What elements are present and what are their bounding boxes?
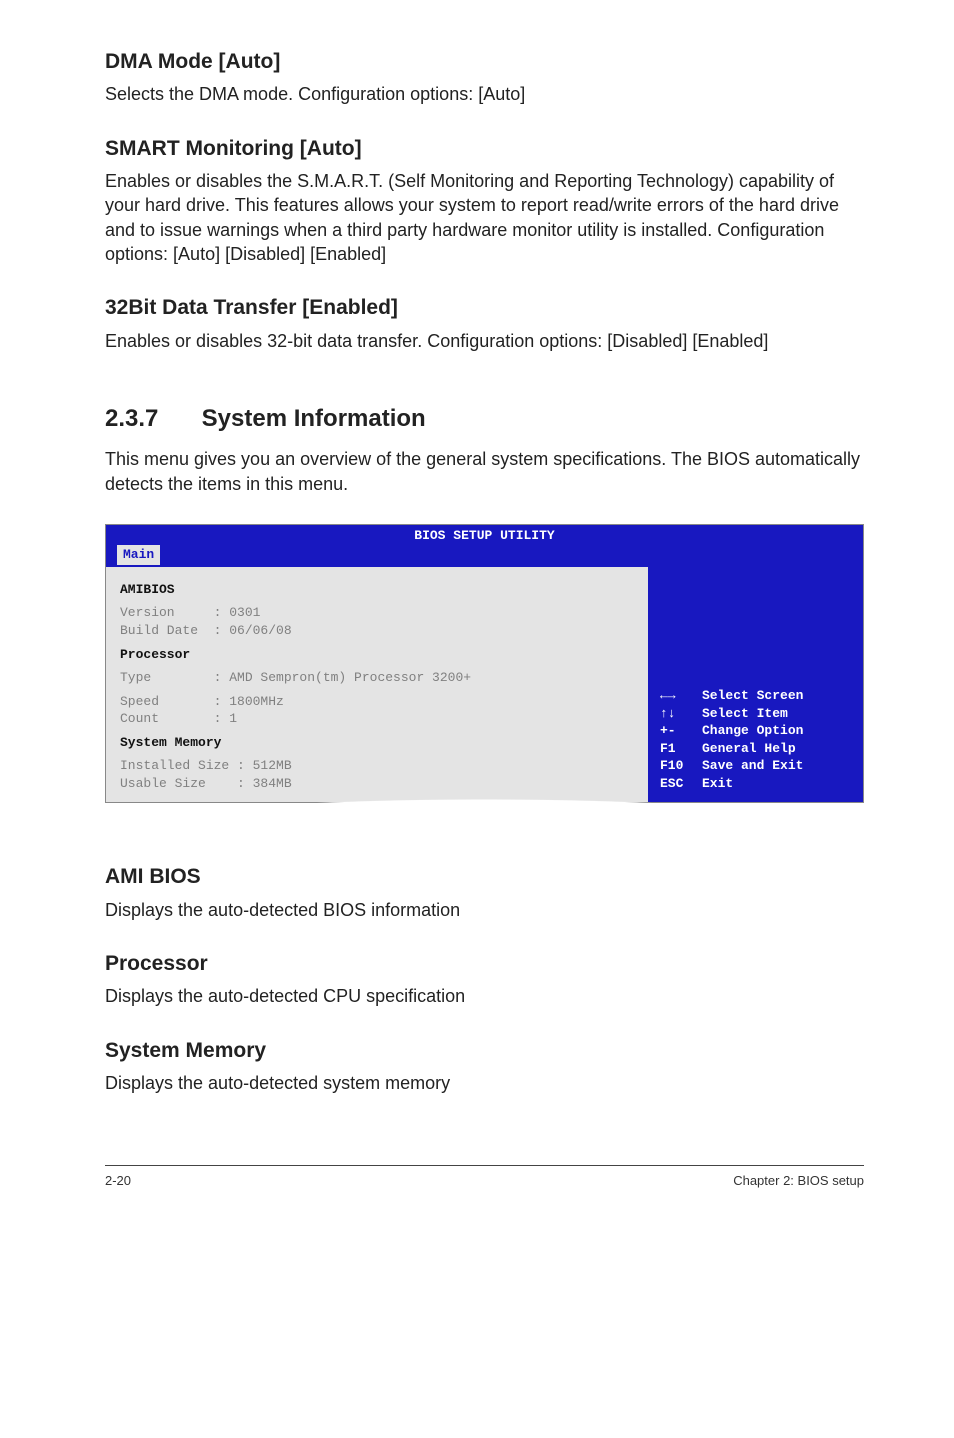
dma-body: Selects the DMA mode. Configuration opti… bbox=[105, 82, 864, 106]
footer-page-number: 2-20 bbox=[105, 1172, 131, 1190]
bios-version: Version : 0301 bbox=[120, 604, 634, 622]
section-2-3-7-title: 2.3.7 System Information bbox=[105, 403, 864, 435]
bios-help-select-screen: ←→Select Screen bbox=[660, 687, 853, 705]
page-footer: 2-20 Chapter 2: BIOS setup bbox=[105, 1165, 864, 1190]
system-memory-body: Displays the auto-detected system memory bbox=[105, 1071, 864, 1095]
amibios-body: Displays the auto-detected BIOS informat… bbox=[105, 898, 864, 922]
bios-body: AMIBIOS Version : 0301 Build Date : 06/0… bbox=[106, 567, 863, 802]
bios-proc-speed: Speed : 1800MHz bbox=[120, 693, 634, 711]
section-number: 2.3.7 bbox=[105, 403, 195, 435]
amibios-heading: AMI BIOS bbox=[105, 863, 864, 891]
bit32-heading: 32Bit Data Transfer [Enabled] bbox=[105, 294, 864, 322]
system-memory-heading: System Memory bbox=[105, 1037, 864, 1065]
bios-help-pane: ←→Select Screen ↑↓Select Item +-Change O… bbox=[648, 567, 863, 802]
bios-tab-main: Main bbox=[116, 544, 161, 565]
section-title-text: System Information bbox=[202, 405, 426, 432]
bios-help-select-item: ↑↓Select Item bbox=[660, 705, 853, 723]
processor-body: Displays the auto-detected CPU specifica… bbox=[105, 984, 864, 1008]
bios-mem-installed: Installed Size : 512MB bbox=[120, 757, 634, 775]
bios-proc-type: Type : AMD Sempron(tm) Processor 3200+ bbox=[120, 669, 634, 687]
bios-screenshot: BIOS SETUP UTILITY Main AMIBIOS Version … bbox=[105, 524, 864, 804]
bios-help-general-help: F1General Help bbox=[660, 740, 853, 758]
footer-chapter: Chapter 2: BIOS setup bbox=[733, 1172, 864, 1190]
bios-help-save-exit: F10Save and Exit bbox=[660, 757, 853, 775]
bios-system-memory-header: System Memory bbox=[120, 734, 634, 752]
bios-mem-usable: Usable Size : 384MB bbox=[120, 775, 634, 793]
bios-help-exit: ESCExit bbox=[660, 775, 853, 793]
smart-heading: SMART Monitoring [Auto] bbox=[105, 135, 864, 163]
dma-heading: DMA Mode [Auto] bbox=[105, 48, 864, 76]
bios-left-pane: AMIBIOS Version : 0301 Build Date : 06/0… bbox=[106, 567, 648, 802]
bios-help-change-option: +-Change Option bbox=[660, 722, 853, 740]
smart-body: Enables or disables the S.M.A.R.T. (Self… bbox=[105, 169, 864, 266]
bit32-body: Enables or disables 32-bit data transfer… bbox=[105, 329, 864, 353]
bios-build-date: Build Date : 06/06/08 bbox=[120, 622, 634, 640]
sysinfo-intro: This menu gives you an overview of the g… bbox=[105, 447, 864, 496]
bios-tab-row: Main bbox=[106, 544, 863, 567]
bios-processor-header: Processor bbox=[120, 646, 634, 664]
bios-title-bar: BIOS SETUP UTILITY bbox=[106, 525, 863, 545]
bios-amibios-header: AMIBIOS bbox=[120, 581, 634, 599]
bios-proc-count: Count : 1 bbox=[120, 710, 634, 728]
processor-heading: Processor bbox=[105, 950, 864, 978]
